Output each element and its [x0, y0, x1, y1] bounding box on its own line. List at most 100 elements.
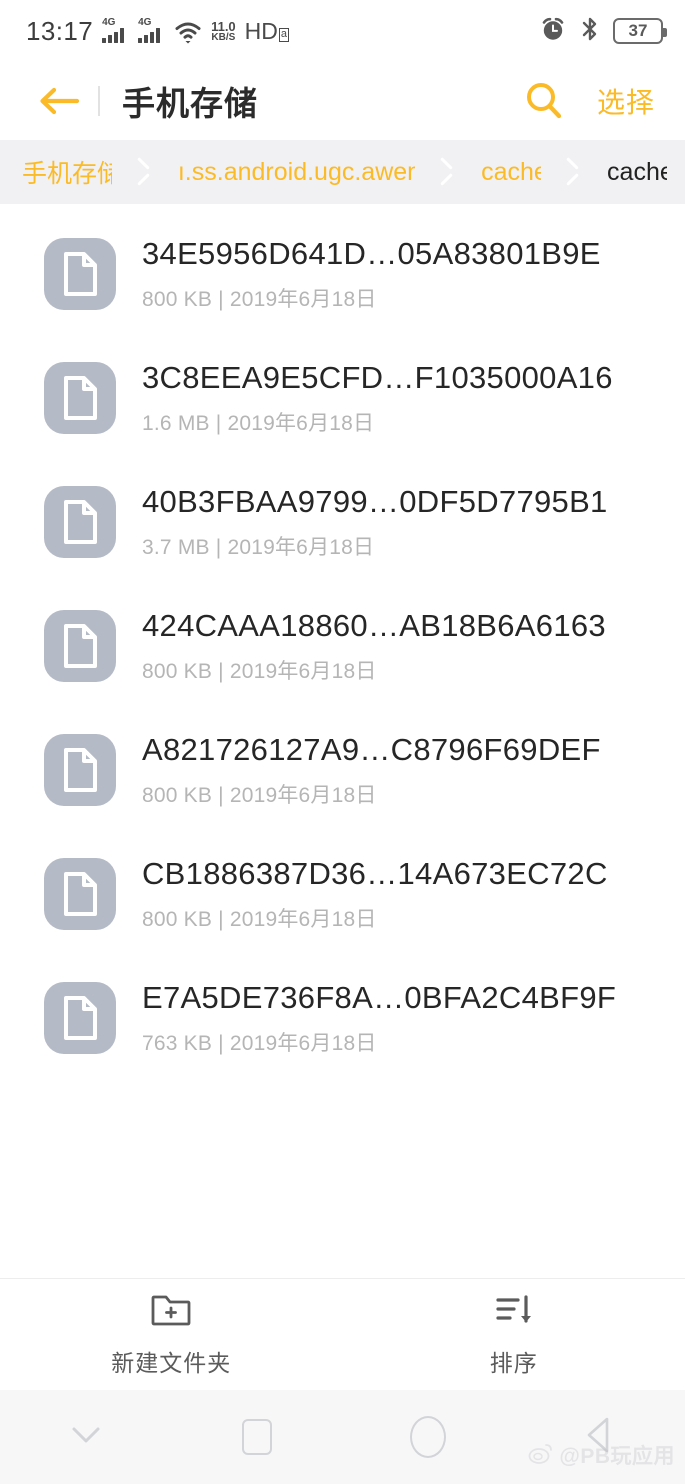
sort-label: 排序: [489, 1349, 538, 1376]
status-bar-left: 13:17 4G 4G 11.0 KB/S HD a: [26, 15, 290, 47]
breadcrumb-item-0[interactable]: 手机存储: [0, 140, 130, 204]
breadcrumb-label-1: ı.ss.android.ugc.aweme: [177, 157, 415, 186]
file-list-item[interactable]: 3C8EEA9E5CFD…F1035000A16 1.6 MB | 2019年6月…: [0, 336, 685, 460]
file-meta-separator: |: [212, 287, 230, 311]
file-info: 424CAAA18860…AB18B6A6163 800 KB | 2019年6月…: [142, 608, 606, 685]
file-list: 34E5956D641D…05A83801B9E 800 KB | 2019年6月…: [0, 204, 685, 1278]
android-navigation-bar: @PB玩应用: [0, 1390, 685, 1484]
file-list-item[interactable]: 424CAAA18860…AB18B6A6163 800 KB | 2019年6月…: [0, 584, 685, 708]
file-name: CB1886387D36…14A673EC72C: [142, 855, 608, 891]
file-date: 2019年6月18日: [229, 907, 377, 931]
file-meta-separator: |: [209, 535, 228, 559]
file-size: 800 KB: [142, 907, 213, 931]
search-icon[interactable]: [517, 74, 571, 128]
wifi-icon: [174, 20, 202, 44]
back-arrow-icon[interactable]: [36, 78, 82, 124]
watermark-text: @PB玩应用: [559, 1445, 675, 1468]
file-name: A821726127A9…C8796F69DEF: [142, 731, 601, 767]
status-time: 13:17: [26, 15, 94, 46]
square-recents-icon: [241, 1419, 272, 1455]
new-folder-button[interactable]: 新建文件夹: [0, 1292, 343, 1378]
signal-1-network-label: 4G: [102, 17, 116, 28]
breadcrumb-item-3[interactable]: cache: [585, 140, 685, 204]
file-list-item[interactable]: 40B3FBAA9799…0DF5D7795B1 3.7 MB | 2019年6月…: [0, 460, 685, 584]
alarm-clock-icon: [539, 15, 567, 48]
file-date: 2019年6月18日: [229, 783, 377, 807]
file-date: 2019年6月18日: [227, 411, 375, 435]
signal-strength-icon-2: 4G: [138, 17, 165, 43]
signal-2-bars: [138, 28, 161, 43]
signal-2-network-label: 4G: [138, 17, 152, 28]
document-file-icon: [44, 858, 116, 930]
breadcrumb-label-2: cache: [481, 157, 542, 186]
hide-navbar-button[interactable]: [0, 1423, 171, 1452]
file-info: 34E5956D641D…05A83801B9E 800 KB | 2019年6月…: [142, 236, 601, 313]
network-speed-unit: KB/S: [211, 31, 236, 43]
file-info: A821726127A9…C8796F69DEF 800 KB | 2019年6月…: [142, 732, 601, 809]
breadcrumb-label-3: cache: [607, 157, 667, 186]
file-meta: 800 KB | 2019年6月18日: [142, 283, 601, 313]
status-bar-right: 37: [539, 15, 667, 48]
file-list-item[interactable]: CB1886387D36…14A673EC72C 800 KB | 2019年6月…: [0, 832, 685, 956]
file-size: 1.6 MB: [142, 411, 210, 435]
weibo-watermark: @PB玩应用: [528, 1440, 675, 1470]
breadcrumb-item-1[interactable]: ı.ss.android.ugc.aweme: [156, 140, 433, 204]
file-info: CB1886387D36…14A673EC72C 800 KB | 2019年6月…: [142, 856, 608, 933]
app-bar-divider: [98, 86, 100, 116]
file-meta: 800 KB | 2019年6月18日: [142, 903, 608, 933]
file-meta-separator: |: [212, 659, 230, 683]
hd-sub-label: a: [278, 27, 290, 42]
breadcrumb-chevron-icon-0: [130, 140, 156, 204]
file-name: 424CAAA18860…AB18B6A6163: [142, 607, 606, 643]
battery-level-text: 37: [628, 21, 648, 40]
document-file-icon: [44, 362, 116, 434]
folder-plus-icon: [150, 1292, 192, 1333]
network-speed: 11.0 KB/S: [211, 20, 236, 43]
file-size: 800 KB: [142, 783, 213, 807]
document-file-icon: [44, 238, 116, 310]
recents-button[interactable]: [171, 1419, 342, 1455]
file-meta-separator: |: [212, 783, 230, 807]
file-list-item[interactable]: E7A5DE736F8A…0BFA2C4BF9F 763 KB | 2019年6月…: [0, 956, 685, 1080]
breadcrumb-chevron-icon-1: [433, 140, 459, 204]
file-info: 3C8EEA9E5CFD…F1035000A16 1.6 MB | 2019年6月…: [142, 360, 613, 437]
breadcrumb-label-0: 手机存储: [22, 160, 112, 188]
hd-label: HD: [244, 17, 278, 44]
weibo-logo-icon: [528, 1442, 554, 1469]
file-name: 34E5956D641D…05A83801B9E: [142, 235, 601, 271]
file-name: E7A5DE736F8A…0BFA2C4BF9F: [142, 979, 617, 1015]
file-meta-separator: |: [212, 907, 230, 931]
file-meta: 1.6 MB | 2019年6月18日: [142, 407, 613, 437]
status-bar: 13:17 4G 4G 11.0 KB/S HD a 37: [0, 0, 685, 62]
signal-strength-icon-1: 4G: [102, 17, 129, 43]
breadcrumb-item-2[interactable]: cache: [459, 140, 559, 204]
file-info: 40B3FBAA9799…0DF5D7795B1 3.7 MB | 2019年6月…: [142, 484, 608, 561]
circle-home-icon: [410, 1416, 447, 1458]
select-button[interactable]: 选择: [597, 81, 655, 121]
app-bar: 手机存储 选择: [0, 62, 685, 140]
home-button[interactable]: [343, 1416, 514, 1458]
file-date: 2019年6月18日: [227, 535, 375, 559]
file-date: 2019年6月18日: [229, 287, 377, 311]
file-meta: 3.7 MB | 2019年6月18日: [142, 531, 608, 561]
new-folder-label: 新建文件夹: [111, 1349, 232, 1376]
file-meta-separator: |: [209, 411, 228, 435]
file-meta: 800 KB | 2019年6月18日: [142, 779, 601, 809]
sort-button[interactable]: 排序: [343, 1292, 685, 1378]
hd-voice-icon: HD a: [244, 17, 290, 45]
chevron-down-icon: [69, 1423, 103, 1452]
file-meta: 763 KB | 2019年6月18日: [142, 1027, 616, 1057]
network-speed-value: 11.0: [211, 18, 236, 34]
file-size: 763 KB: [142, 1031, 213, 1055]
phone-screen: 13:17 4G 4G 11.0 KB/S HD a 37 手机存储 选择 手机…: [0, 0, 685, 1484]
file-name: 40B3FBAA9799…0DF5D7795B1: [142, 483, 608, 519]
document-file-icon: [44, 982, 116, 1054]
file-list-item[interactable]: A821726127A9…C8796F69DEF 800 KB | 2019年6月…: [0, 708, 685, 832]
file-list-item[interactable]: 34E5956D641D…05A83801B9E 800 KB | 2019年6月…: [0, 212, 685, 336]
document-file-icon: [44, 486, 116, 558]
sort-descending-icon: [493, 1292, 535, 1333]
file-name: 3C8EEA9E5CFD…F1035000A16: [142, 359, 613, 395]
file-meta: 800 KB | 2019年6月18日: [142, 655, 606, 685]
document-file-icon: [44, 734, 116, 806]
signal-1-bars: [102, 28, 125, 43]
